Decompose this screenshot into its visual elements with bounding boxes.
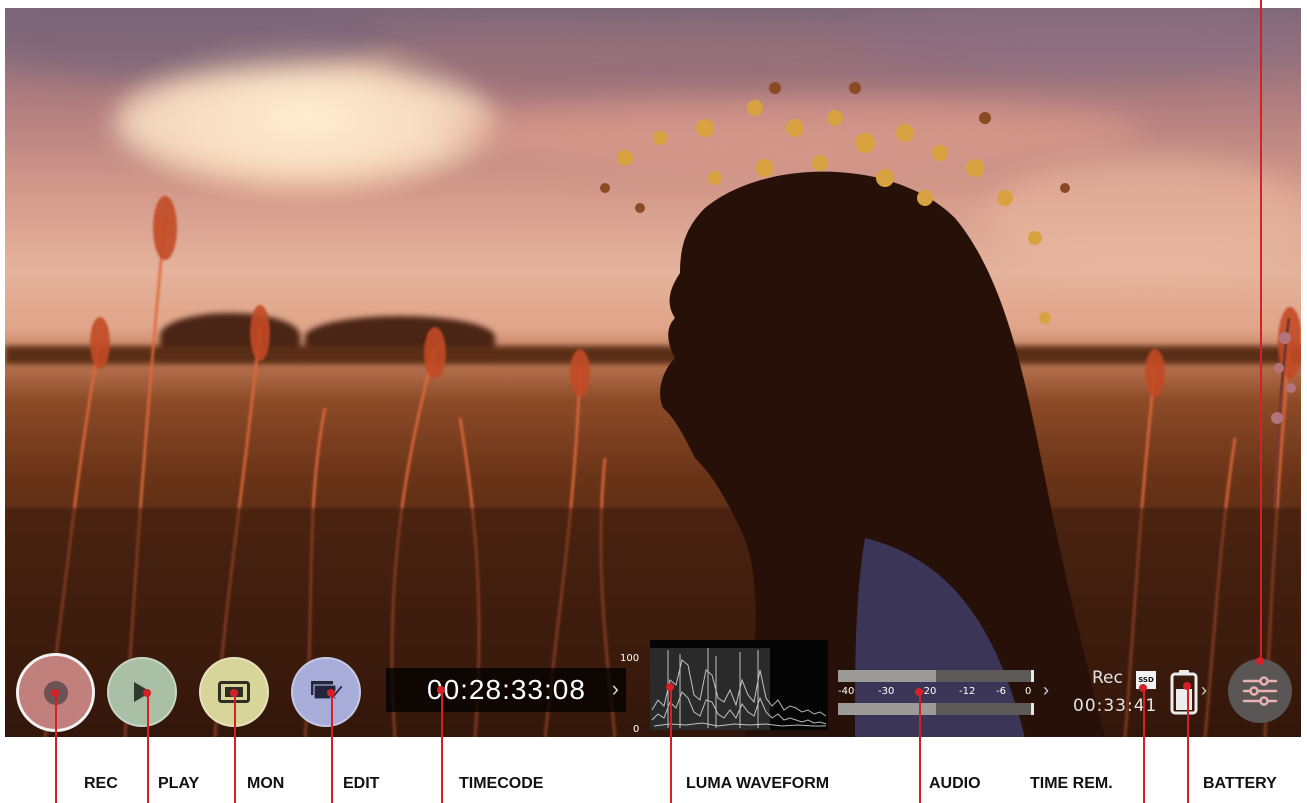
video-preview (5, 8, 1301, 737)
battery-fill (1176, 689, 1192, 710)
callout-battery: BATTERY (1203, 775, 1277, 792)
edit-button[interactable] (291, 657, 361, 727)
battery-icon[interactable] (1170, 669, 1198, 715)
callout-leader-battery (1187, 686, 1189, 803)
edit-icon (311, 681, 343, 701)
audio-scale: -40 -30 -20 -12 -6 0 (838, 686, 1038, 700)
time-remaining[interactable]: 00:33:41 (1073, 696, 1157, 716)
chevron-right-icon: › (611, 676, 620, 701)
callout-leader-audio (919, 692, 921, 803)
audio-meter-channel-2 (838, 703, 1034, 715)
woman-silhouette (600, 82, 1105, 737)
callout-leader-timecode (441, 690, 443, 803)
wildflower-edge (1271, 317, 1296, 508)
luma-waveform-trace (650, 648, 827, 730)
timecode-value: 00:28:33:08 (427, 674, 586, 705)
callout-play: PLAY (158, 775, 200, 792)
audio-scale-tick: -30 (878, 686, 895, 697)
audio-scale-tick: -40 (838, 686, 855, 697)
callout-timecode: TIMECODE (459, 775, 544, 792)
callout-leader-settings (1260, 0, 1262, 660)
audio-scale-tick: -6 (996, 686, 1006, 697)
audio-meter-fill-2 (838, 703, 936, 715)
chevron-right-icon[interactable]: › (1043, 680, 1049, 701)
callout-leader-edit (331, 693, 333, 803)
chevron-right-icon[interactable]: › (1201, 680, 1207, 701)
luma-waveform[interactable] (650, 640, 828, 730)
waveform-scale-top: 100 (620, 653, 640, 664)
callout-leader-mon (234, 693, 236, 803)
audio-meter-fill-1 (838, 670, 936, 682)
audio-scale-tick: -12 (959, 686, 976, 697)
callout-leader-time-rem (1143, 688, 1145, 803)
callout-rec: REC (84, 775, 118, 792)
sliders-icon (1242, 676, 1278, 706)
audio-scale-tick: 0 (1025, 686, 1032, 697)
ssd-badge-text: SSD (1138, 676, 1154, 684)
audio-meter-channel-1 (838, 670, 1034, 682)
waveform-scale-bottom: 0 (633, 724, 640, 735)
callout-mon: MON (247, 775, 285, 792)
callout-time-rem: TIME REM. (1030, 775, 1113, 792)
callout-edit: EDIT (343, 775, 380, 792)
callout-leader-waveform (670, 687, 672, 803)
callout-luma-waveform: LUMA WAVEFORM (686, 775, 830, 792)
callout-leader-rec (55, 693, 57, 803)
callout-audio: AUDIO (929, 775, 981, 792)
play-button[interactable] (107, 657, 177, 727)
settings-button[interactable] (1228, 659, 1292, 723)
rec-status-label: Rec (1092, 668, 1123, 688)
callout-leader-play (147, 693, 149, 803)
timecode-display[interactable]: 00:28:33:08 › (386, 668, 626, 712)
audio-meters[interactable]: -40 -30 -20 -12 -6 0 (838, 669, 1038, 717)
